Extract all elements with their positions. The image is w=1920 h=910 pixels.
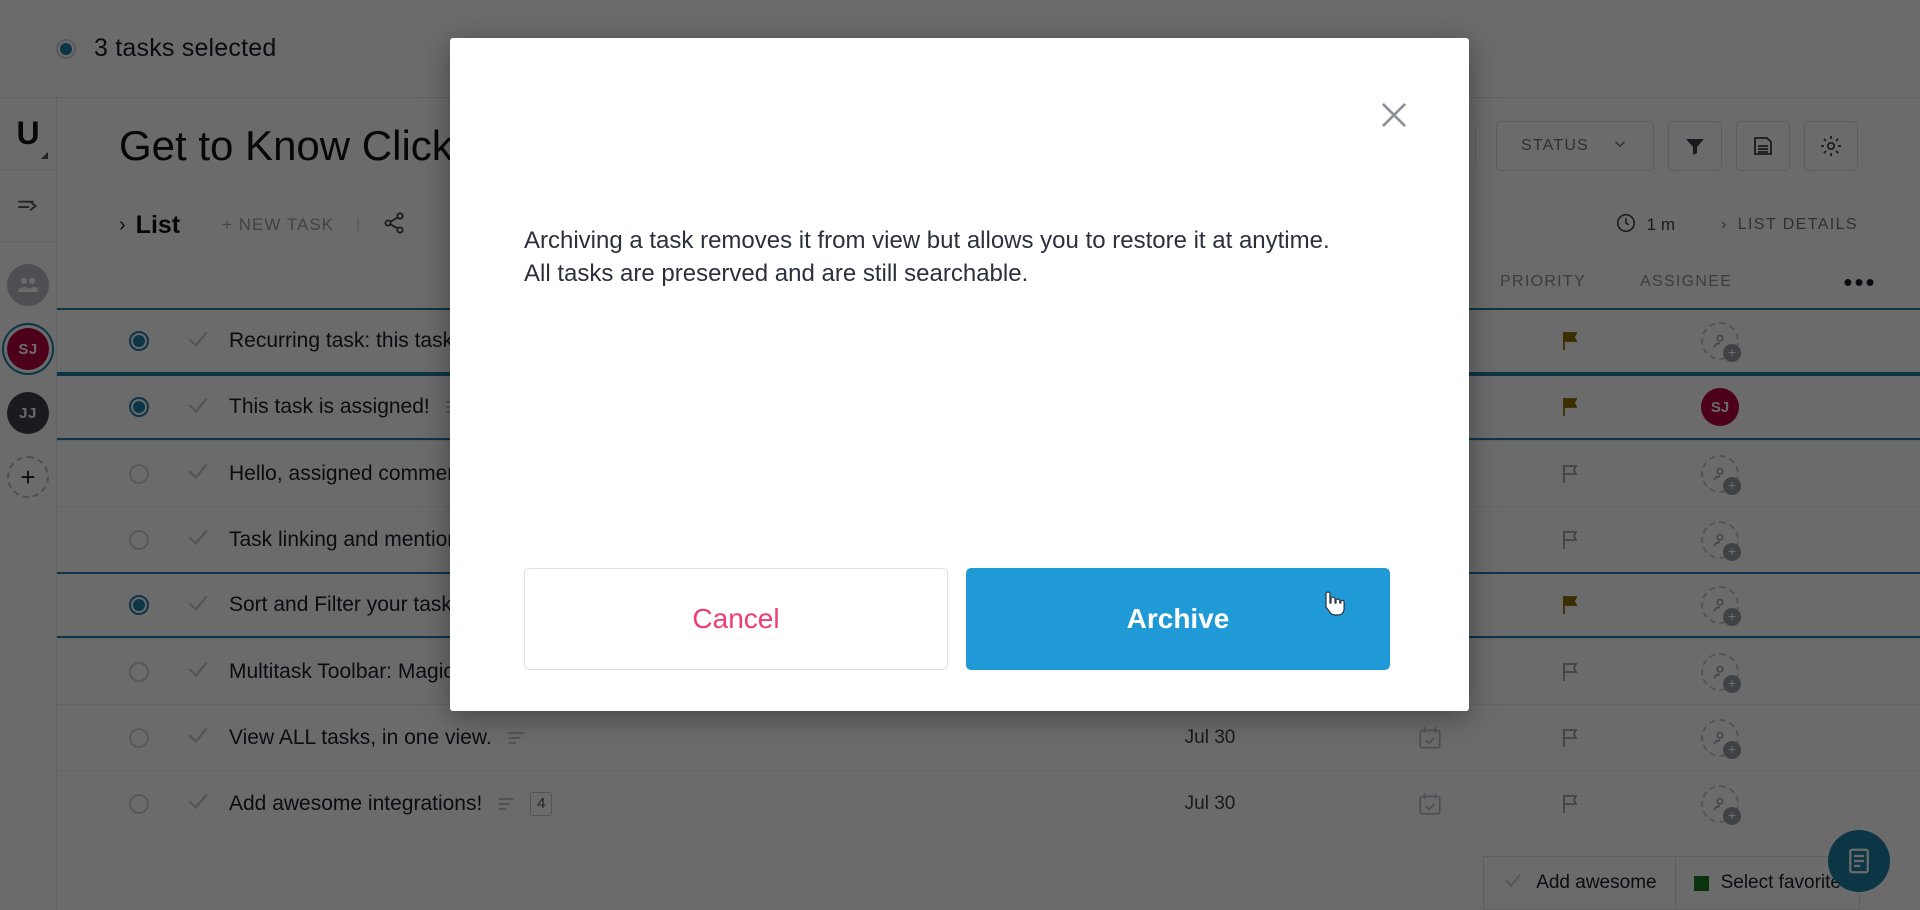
mouse-cursor-icon <box>1321 590 1345 620</box>
modal-actions: Cancel Archive <box>524 568 1395 670</box>
archive-confirm-modal: Archiving a task removes it from view bu… <box>450 38 1469 711</box>
archive-button[interactable]: Archive <box>966 568 1390 670</box>
modal-body-line-2: All tasks are preserved and are still se… <box>524 260 1029 288</box>
archive-button-label: Archive <box>1126 603 1230 634</box>
modal-body-line-1: Archiving a task removes it from view bu… <box>524 227 1330 254</box>
close-icon[interactable] <box>1375 96 1413 134</box>
cancel-button[interactable]: Cancel <box>524 568 948 670</box>
modal-body-text: Archiving a task removes it from view bu… <box>524 224 1395 290</box>
